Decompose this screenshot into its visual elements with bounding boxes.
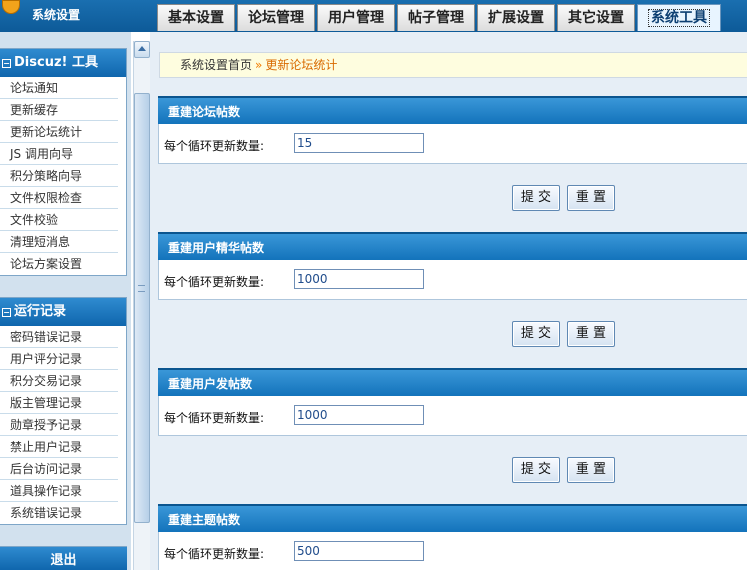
batch-size-input[interactable]	[294, 405, 424, 425]
tab-system-tools[interactable]: 系统工具	[637, 4, 721, 31]
breadcrumb: 系统设置首页» 更新论坛统计	[159, 52, 747, 78]
collapse-icon[interactable]: −	[2, 308, 11, 317]
reset-button[interactable]: 重 置	[567, 321, 615, 347]
breadcrumb-home[interactable]: 系统设置首页	[180, 58, 252, 72]
tools-menu-header[interactable]: − Discuz! 工具	[0, 49, 126, 77]
tab-user-management[interactable]: 用户管理	[317, 4, 395, 31]
sidebar-item-clean-messages[interactable]: 清理短消息	[0, 231, 118, 253]
scrollbar[interactable]	[133, 41, 150, 570]
batch-size-input[interactable]	[294, 269, 424, 289]
sidebar-item-banned-user-logs[interactable]: 禁止用户记录	[0, 436, 118, 458]
sidebar-item-js-wizard[interactable]: JS 调用向导	[0, 143, 118, 165]
section-title: 重建主题帖数	[158, 504, 747, 532]
form-row: 每个循环更新数量:	[158, 124, 747, 164]
field-label: 每个循环更新数量:	[164, 275, 265, 289]
field-label: 每个循环更新数量:	[164, 547, 265, 561]
section-rebuild-thread-posts: 重建主题帖数 每个循环更新数量:	[158, 504, 747, 570]
sidebar-item-forum-scheme[interactable]: 论坛方案设置	[0, 253, 118, 275]
tab-extension-settings[interactable]: 扩展设置	[477, 4, 555, 31]
sidebar-item-file-permission-check[interactable]: 文件权限检查	[0, 187, 118, 209]
tab-system-tools-label: 系统工具	[648, 9, 710, 27]
scroll-up-icon[interactable]	[134, 41, 150, 58]
sidebar: − Discuz! 工具 论坛通知 更新缓存 更新论坛统计 JS 调用向导 积分策…	[0, 32, 131, 570]
button-row: 提 交 重 置	[512, 457, 622, 483]
main-tabs: 基本设置 论坛管理 用户管理 帖子管理 扩展设置 其它设置 系统工具	[157, 4, 721, 32]
sidebar-item-system-error-logs[interactable]: 系统错误记录	[0, 502, 118, 524]
submit-button[interactable]: 提 交	[512, 321, 560, 347]
logo-text: 系统设置	[32, 8, 81, 22]
breadcrumb-current: 更新论坛统计	[265, 58, 338, 72]
form-row: 每个循环更新数量:	[158, 396, 747, 436]
batch-size-input[interactable]	[294, 133, 424, 153]
breadcrumb-separator: »	[255, 58, 263, 72]
submit-button[interactable]: 提 交	[512, 185, 560, 211]
button-row: 提 交 重 置	[512, 321, 622, 347]
logo: 系统设置	[0, 0, 150, 32]
section-title: 重建用户精华帖数	[158, 232, 747, 260]
submit-button[interactable]: 提 交	[512, 457, 560, 483]
top-header: 系统设置 基本设置 论坛管理 用户管理 帖子管理 扩展设置 其它设置 系统工具	[0, 0, 747, 32]
form-row: 每个循环更新数量:	[158, 532, 747, 570]
sidebar-item-item-operation-logs[interactable]: 道具操作记录	[0, 480, 118, 502]
section-title: 重建用户发帖数	[158, 368, 747, 396]
batch-size-input[interactable]	[294, 541, 424, 561]
section-rebuild-user-digest-posts: 重建用户精华帖数 每个循环更新数量:	[158, 232, 747, 300]
collapse-icon[interactable]: −	[2, 59, 11, 68]
tools-menu: − Discuz! 工具 论坛通知 更新缓存 更新论坛统计 JS 调用向导 积分策…	[0, 48, 127, 276]
section-rebuild-forum-posts: 重建论坛帖数 每个循环更新数量:	[158, 96, 747, 164]
logout-button[interactable]: 退出	[0, 546, 127, 570]
tab-basic-settings[interactable]: 基本设置	[157, 4, 235, 31]
tab-forum-management[interactable]: 论坛管理	[237, 4, 315, 31]
form-row: 每个循环更新数量:	[158, 260, 747, 300]
button-row: 提 交 重 置	[512, 185, 622, 211]
sidebar-item-moderator-logs[interactable]: 版主管理记录	[0, 392, 118, 414]
sidebar-item-medal-logs[interactable]: 勋章授予记录	[0, 414, 118, 436]
sidebar-item-admin-access-logs[interactable]: 后台访问记录	[0, 458, 118, 480]
field-label: 每个循环更新数量:	[164, 411, 265, 425]
scroll-grip-icon	[138, 285, 145, 292]
sidebar-item-file-verify[interactable]: 文件校验	[0, 209, 118, 231]
tab-other-settings[interactable]: 其它设置	[557, 4, 635, 31]
sidebar-item-update-forum-stats[interactable]: 更新论坛统计	[0, 121, 118, 143]
logo-icon	[2, 0, 20, 14]
sidebar-item-rating-logs[interactable]: 用户评分记录	[0, 348, 118, 370]
sidebar-item-credit-trade-logs[interactable]: 积分交易记录	[0, 370, 118, 392]
sidebar-item-forum-notice[interactable]: 论坛通知	[0, 77, 118, 99]
tab-post-management[interactable]: 帖子管理	[397, 4, 475, 31]
reset-button[interactable]: 重 置	[567, 185, 615, 211]
logs-menu: − 运行记录 密码错误记录 用户评分记录 积分交易记录 版主管理记录 勋章授予记录…	[0, 297, 127, 525]
scroll-thumb[interactable]	[134, 93, 150, 523]
logs-menu-title: 运行记录	[14, 304, 67, 319]
section-rebuild-user-post-count: 重建用户发帖数 每个循环更新数量:	[158, 368, 747, 436]
sidebar-item-password-errors[interactable]: 密码错误记录	[0, 326, 118, 348]
field-label: 每个循环更新数量:	[164, 139, 265, 153]
section-title: 重建论坛帖数	[158, 96, 747, 124]
logs-menu-header[interactable]: − 运行记录	[0, 298, 126, 326]
reset-button[interactable]: 重 置	[567, 457, 615, 483]
main-content: 系统设置首页»更新论坛统计 重建论坛帖数 每个循环更新数量: 提 交 重 置 重…	[150, 32, 747, 570]
sidebar-item-credits-wizard[interactable]: 积分策略向导	[0, 165, 118, 187]
tools-menu-title: Discuz! 工具	[14, 55, 98, 70]
sidebar-item-update-cache[interactable]: 更新缓存	[0, 99, 118, 121]
